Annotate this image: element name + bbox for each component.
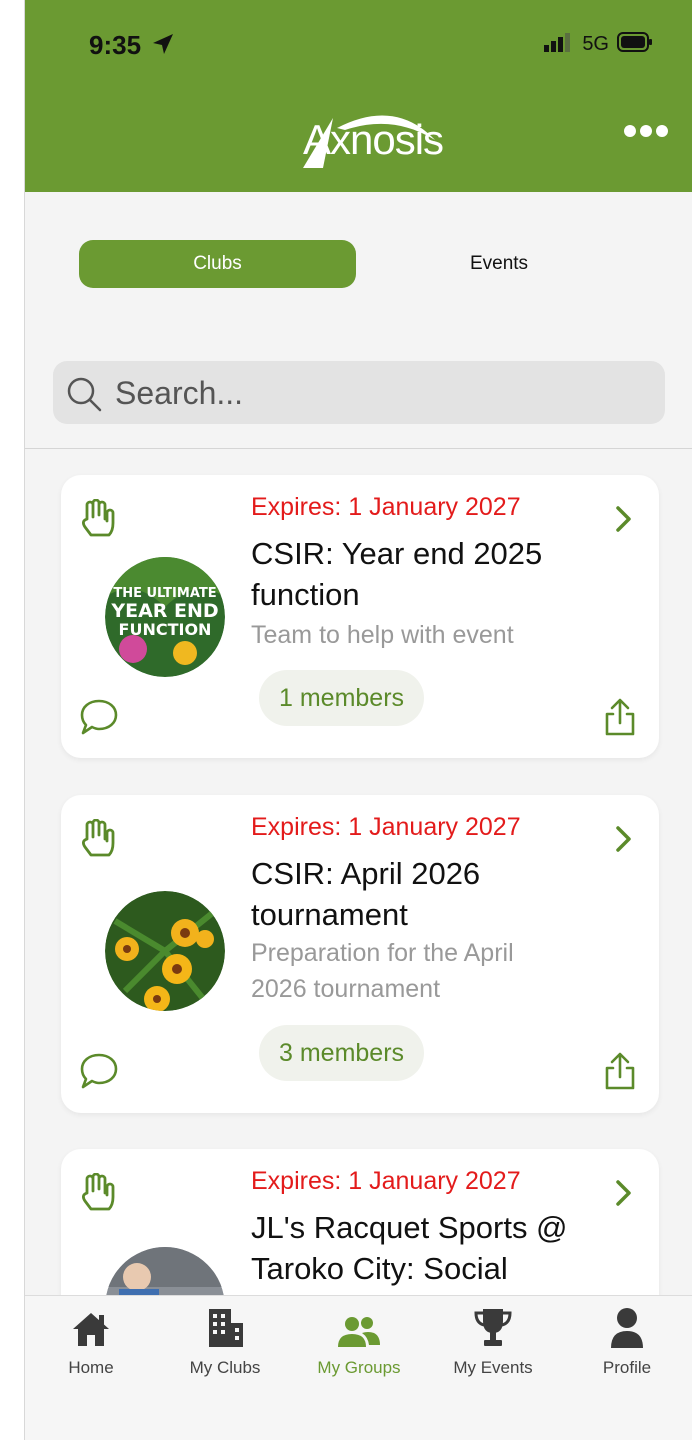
person-icon (609, 1307, 645, 1354)
network-label: 5G (582, 33, 609, 55)
chevron-right-icon[interactable] (615, 825, 633, 858)
home-icon (71, 1309, 111, 1354)
members-badge[interactable]: 1 members (259, 670, 425, 726)
hand-raise-icon[interactable] (79, 818, 119, 866)
chat-icon[interactable] (79, 697, 119, 742)
app-screen: 9:35 5G Axnosis Clubs Events Search... T… (24, 0, 692, 1440)
tab-label: My Clubs (189, 1358, 261, 1377)
share-icon[interactable] (603, 1051, 637, 1096)
app-header: 9:35 5G Axnosis (25, 0, 692, 192)
bottom-tab-bar: Home My Clubs My Groups My Events Profil… (25, 1295, 692, 1440)
tab-label: My Events (453, 1358, 533, 1377)
group-card[interactable]: Expires: 1 January 2027 JL's Racquet Spo… (61, 1149, 659, 1295)
svg-text:FUNCTION: FUNCTION (119, 620, 212, 639)
members-badge[interactable]: 3 members (259, 1025, 425, 1081)
tab-my-events[interactable]: My Events (433, 1296, 553, 1378)
search-bar (53, 361, 665, 424)
tab-my-clubs[interactable]: My Clubs (165, 1296, 285, 1378)
chevron-right-icon[interactable] (615, 505, 633, 538)
expires-label: Expires: 1 January 2027 (251, 813, 521, 841)
status-time: 9:35 (89, 30, 142, 60)
tab-profile[interactable]: Profile (567, 1296, 687, 1378)
group-title: JL's Racquet Sports @ Taroko City: Socia… (251, 1210, 568, 1286)
app-logo: Axnosis (303, 116, 444, 163)
group-image (105, 1247, 225, 1295)
share-icon[interactable] (603, 697, 637, 742)
group-card[interactable]: Expires: 1 January 2027 CSIR: April 2026… (61, 795, 659, 1113)
group-icon (336, 1315, 382, 1354)
more-options-icon[interactable] (623, 124, 669, 143)
svg-text:YEAR END: YEAR END (110, 600, 218, 622)
group-image (105, 891, 225, 1011)
svg-text:THE ULTIMATE: THE ULTIMATE (113, 586, 216, 601)
tab-my-groups[interactable]: My Groups (299, 1296, 419, 1378)
status-indicators: 5G (544, 32, 653, 57)
groups-list[interactable]: THE ULTIMATE YEAR END FUNCTION Expires: … (25, 449, 692, 1295)
tab-clubs[interactable]: Clubs (79, 240, 356, 288)
expires-label: Expires: 1 January 2027 (251, 1167, 521, 1195)
location-arrow-icon (151, 32, 175, 61)
tab-label: Profile (602, 1358, 652, 1377)
group-description: Preparation for the April 2026 tournamen… (251, 939, 514, 1003)
hand-raise-icon[interactable] (79, 1172, 119, 1220)
tab-label: My Groups (317, 1358, 401, 1377)
trophy-icon (473, 1307, 513, 1354)
battery-icon (617, 32, 653, 57)
group-image: THE ULTIMATE YEAR END FUNCTION (105, 557, 225, 677)
signal-icon (544, 32, 574, 57)
group-title: CSIR: Year end 2025 function (251, 536, 543, 612)
tab-label: Home (68, 1358, 114, 1377)
group-card[interactable]: THE ULTIMATE YEAR END FUNCTION Expires: … (61, 475, 659, 758)
expires-label: Expires: 1 January 2027 (251, 493, 521, 521)
segment-control: Clubs Events (79, 240, 639, 288)
group-title: CSIR: April 2026 tournament (251, 856, 481, 932)
tab-events[interactable]: Events (399, 240, 599, 288)
hand-raise-icon[interactable] (79, 498, 119, 546)
tab-home[interactable]: Home (31, 1296, 151, 1378)
chevron-right-icon[interactable] (615, 1179, 633, 1212)
group-description: Team to help with event (251, 621, 514, 649)
search-input[interactable] (113, 369, 637, 417)
building-icon (205, 1307, 245, 1354)
chat-icon[interactable] (79, 1051, 119, 1096)
